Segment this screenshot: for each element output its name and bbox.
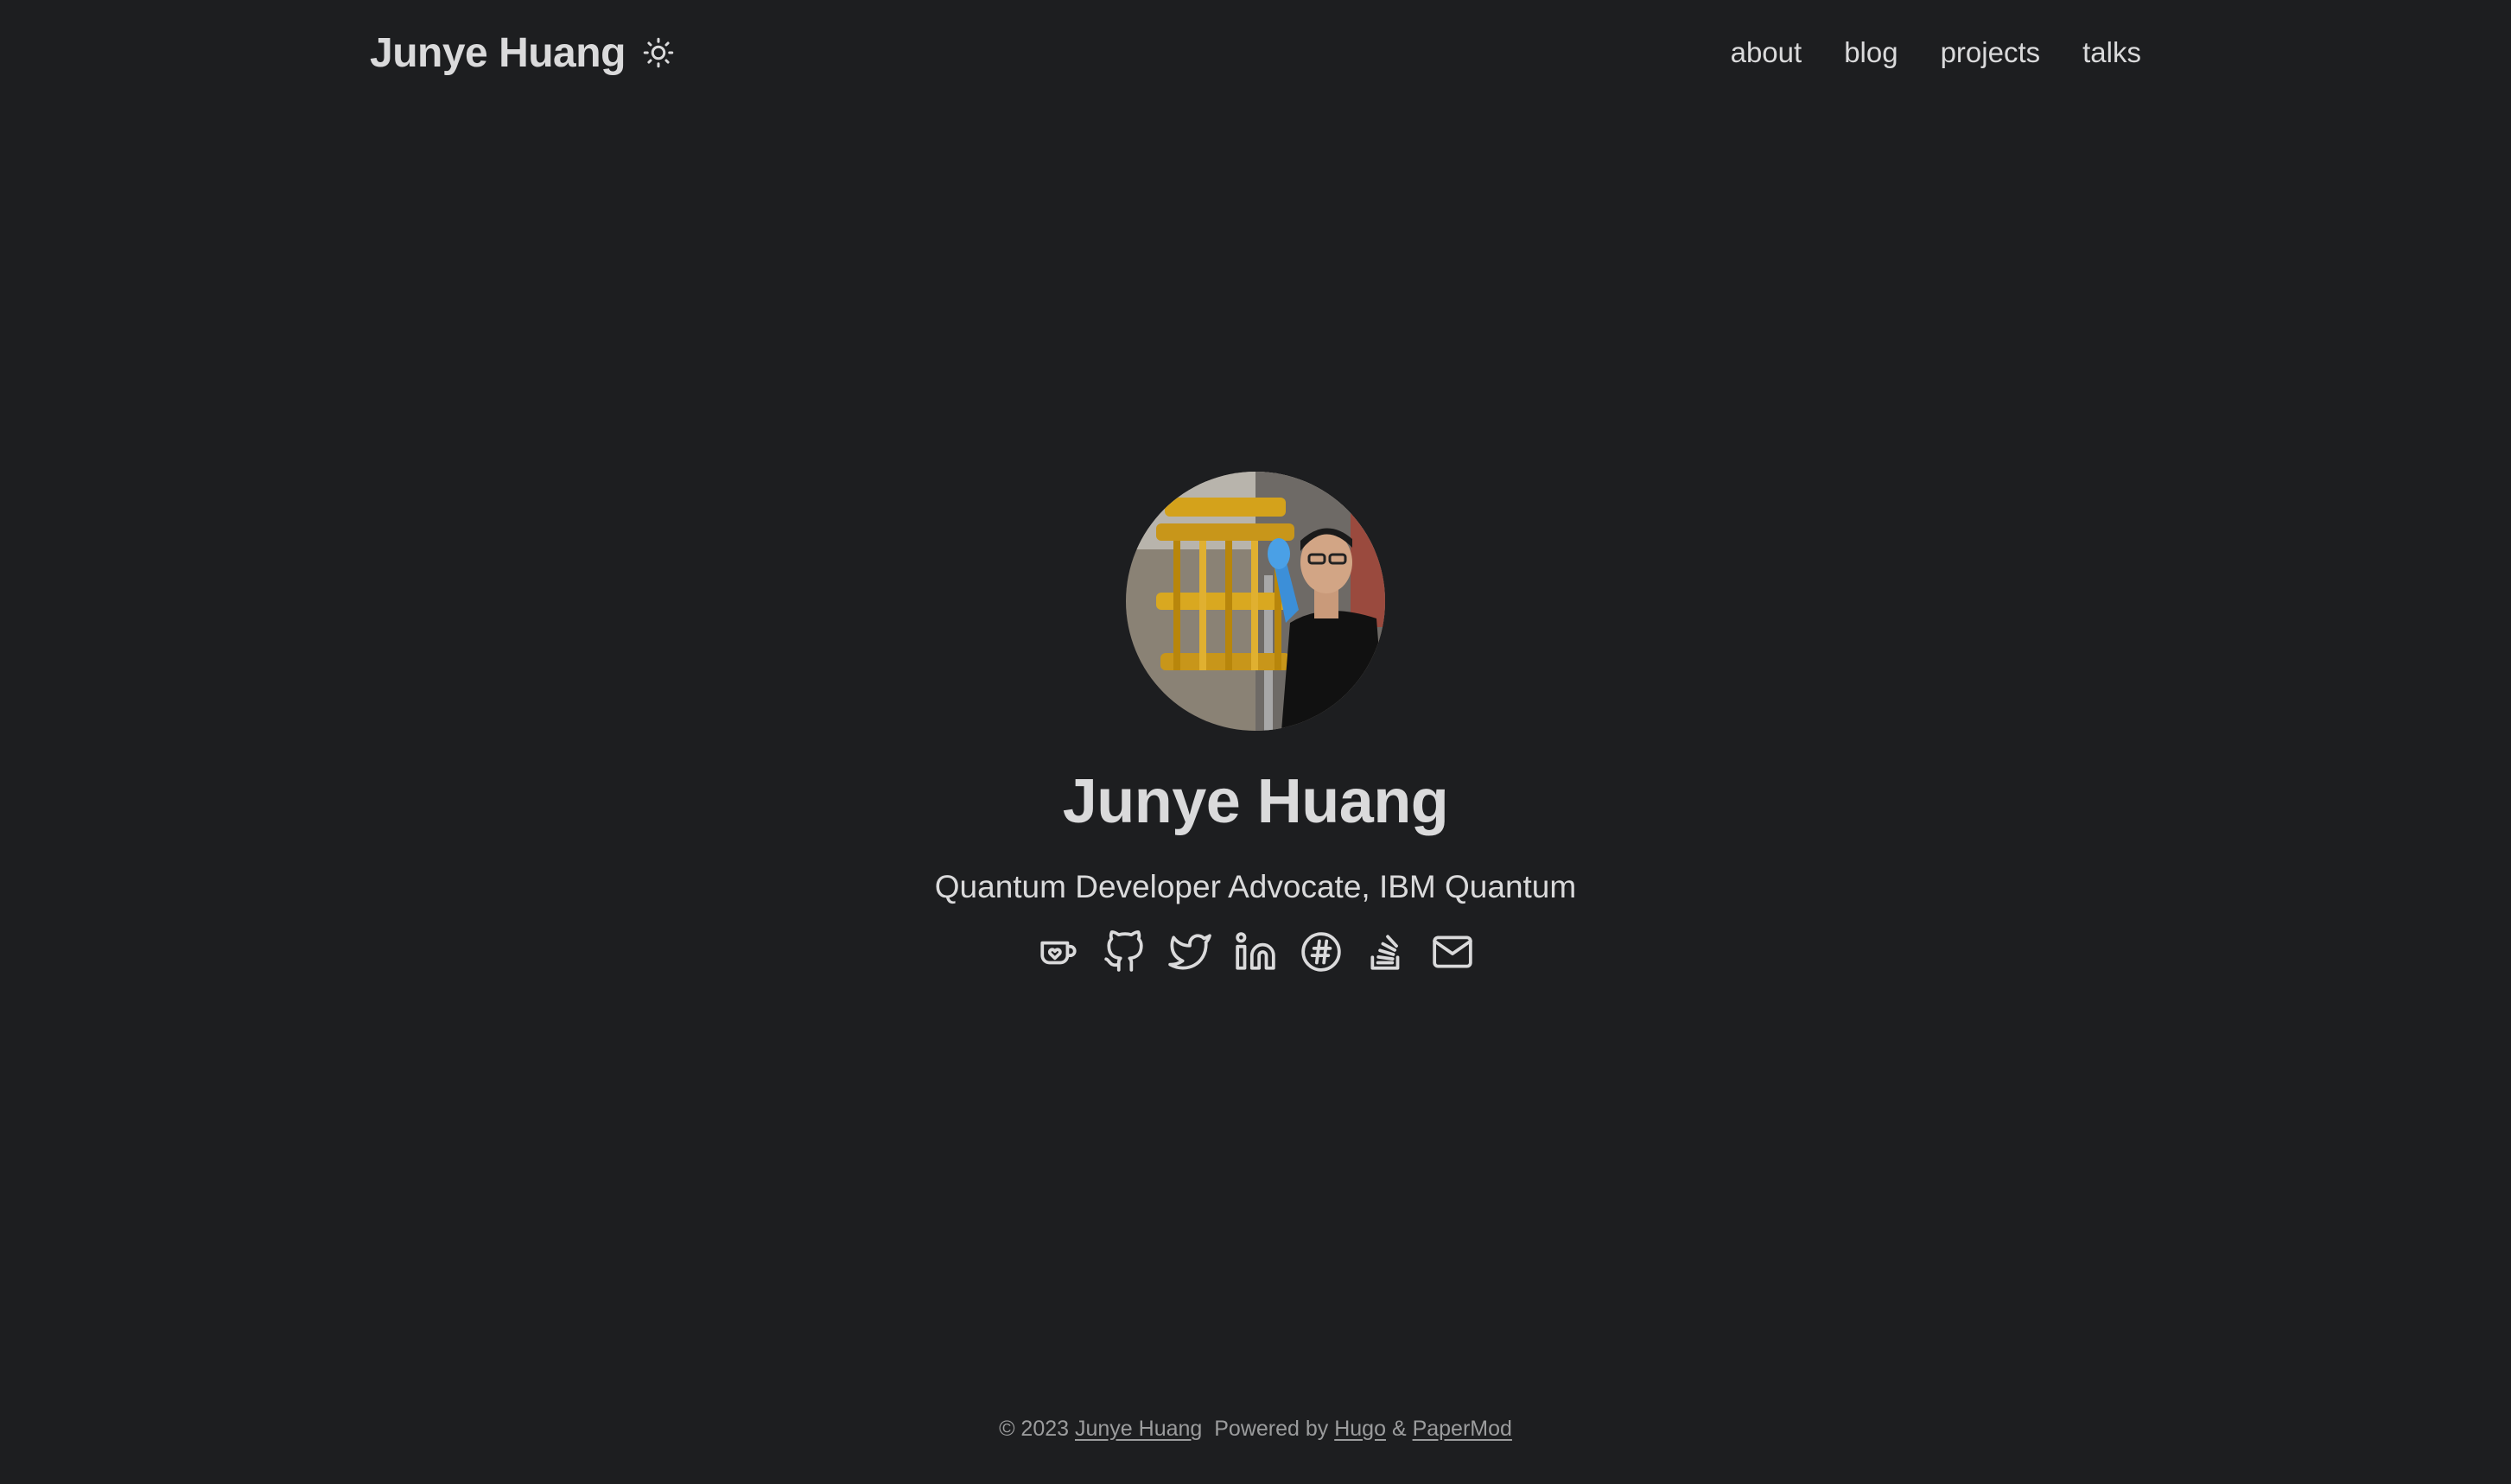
ampersand-text: &	[1391, 1417, 1407, 1441]
profile-name: Junye Huang	[1062, 767, 1449, 836]
kofi-icon[interactable]	[1035, 929, 1082, 975]
avatar	[1126, 472, 1385, 731]
papermod-link[interactable]: PaperMod	[1413, 1417, 1512, 1441]
site-header: Junye Huang about blog projects talks	[370, 24, 2141, 81]
main-nav: about blog projects talks	[1688, 24, 2141, 81]
nav-projects[interactable]: projects	[1941, 36, 2041, 68]
social-icons	[1035, 929, 1476, 975]
site-footer: © 2023 Junye Huang Powered by Hugo & Pap…	[0, 1417, 2511, 1442]
profile-subtitle: Quantum Developer Advocate, IBM Quantum	[934, 869, 1577, 904]
linkedin-icon[interactable]	[1232, 929, 1279, 975]
sun-icon[interactable]	[643, 37, 674, 68]
footer-author-link[interactable]: Junye Huang	[1075, 1417, 1202, 1441]
nav-talks[interactable]: talks	[2082, 36, 2141, 68]
github-icon[interactable]	[1101, 929, 1147, 975]
nav-about[interactable]: about	[1731, 36, 1802, 68]
site-logo[interactable]: Junye Huang	[370, 24, 626, 81]
email-icon[interactable]	[1429, 929, 1476, 975]
powered-by-text: Powered by	[1214, 1417, 1329, 1441]
hashnode-icon[interactable]	[1298, 929, 1344, 975]
copyright-text: © 2023	[999, 1417, 1070, 1441]
twitter-icon[interactable]	[1167, 929, 1213, 975]
stackoverflow-icon[interactable]	[1364, 929, 1410, 975]
nav-blog[interactable]: blog	[1844, 36, 1898, 68]
hugo-link[interactable]: Hugo	[1334, 1417, 1386, 1441]
profile-section: Junye Huang Quantum Developer Advocate, …	[0, 472, 2511, 975]
